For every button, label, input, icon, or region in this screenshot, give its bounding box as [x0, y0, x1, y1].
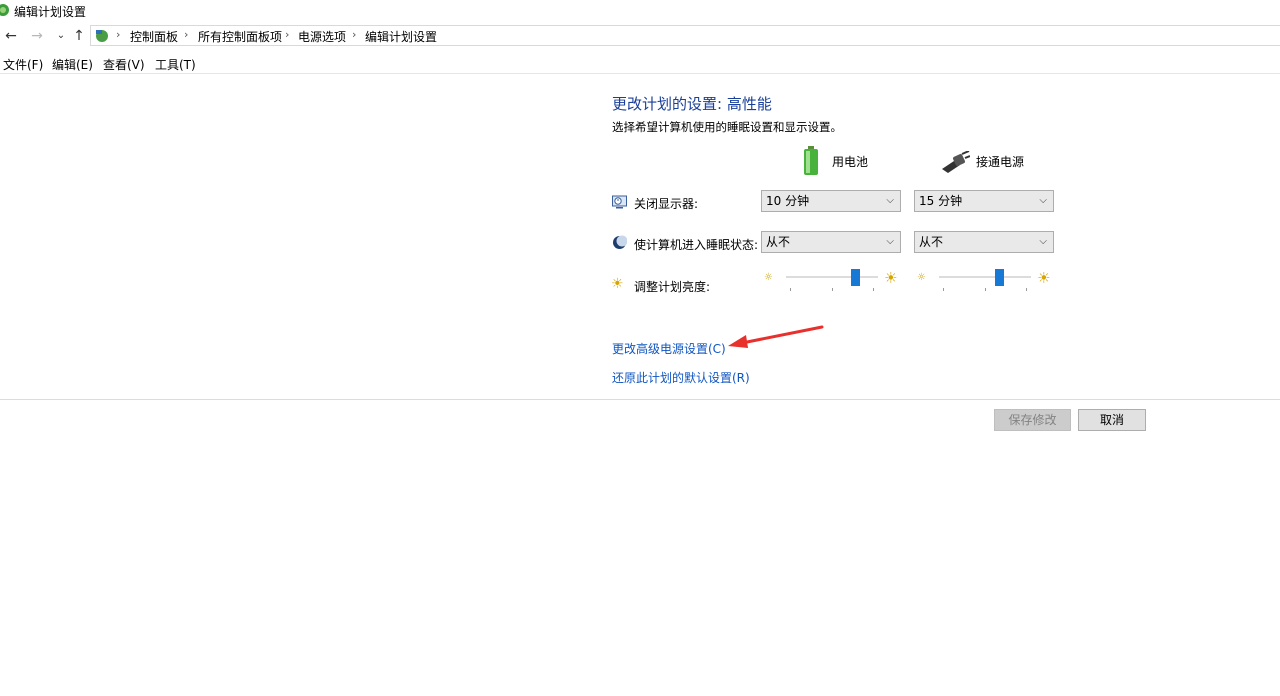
- sleep-label: 使计算机进入睡眠状态:: [634, 238, 759, 252]
- restore-defaults-link[interactable]: 还原此计划的默认设置(R): [612, 369, 750, 386]
- column-battery: 用电池: [832, 155, 869, 169]
- chevron-down-icon: ⌵: [886, 195, 894, 206]
- brightness-low-icon: ☼: [917, 272, 926, 283]
- breadcrumb-all-items[interactable]: 所有控制面板项: [198, 28, 282, 45]
- annotation-arrow-icon: [728, 325, 824, 348]
- breadcrumb-edit-plan[interactable]: 编辑计划设置: [365, 28, 437, 45]
- brightness-low-icon: ☼: [764, 272, 773, 283]
- control-panel-icon: [96, 30, 108, 42]
- sleep-moon-icon: [613, 235, 627, 249]
- slider-tick: [832, 288, 833, 291]
- title-bar: 编辑计划设置: [0, 0, 1280, 22]
- chevron-down-icon: ⌄: [56, 30, 66, 41]
- slider-thumb[interactable]: [995, 269, 1004, 286]
- sleep-plugged-select[interactable]: 从不 ⌵: [914, 231, 1054, 253]
- power-options-icon: [0, 4, 9, 16]
- advanced-power-settings-link[interactable]: 更改高级电源设置(C): [612, 340, 726, 357]
- arrow-left-icon: ←: [5, 28, 17, 44]
- divider: [0, 399, 1280, 400]
- sleep-plugged-value: 从不: [919, 235, 944, 249]
- menu-view[interactable]: 查看(V): [103, 56, 145, 73]
- display-plugged-value: 15 分钟: [919, 194, 963, 208]
- column-plugged-in: 接通电源: [976, 155, 1025, 169]
- menu-tools[interactable]: 工具(T): [155, 56, 196, 73]
- breadcrumb-separator-icon: ›: [352, 28, 357, 41]
- breadcrumb-separator-icon: ›: [184, 28, 189, 41]
- sleep-battery-value: 从不: [766, 235, 791, 249]
- brightness-battery-slider[interactable]: [786, 267, 878, 295]
- menu-edit[interactable]: 编辑(E): [52, 56, 93, 73]
- up-button[interactable]: ↑: [70, 26, 88, 46]
- chevron-down-icon: ⌵: [886, 236, 894, 247]
- breadcrumb-control-panel[interactable]: 控制面板: [130, 28, 178, 45]
- breadcrumb-separator-icon: ›: [285, 28, 290, 41]
- slider-tick: [943, 288, 944, 291]
- slider-thumb[interactable]: [851, 269, 860, 286]
- brightness-label: 调整计划亮度:: [634, 280, 711, 294]
- cancel-button[interactable]: 取消: [1078, 409, 1146, 431]
- back-button[interactable]: ←: [2, 26, 20, 46]
- display-plugged-select[interactable]: 15 分钟 ⌵: [914, 190, 1054, 212]
- brightness-icon: ☀: [611, 276, 624, 292]
- breadcrumb-power-options[interactable]: 电源选项: [298, 28, 346, 45]
- slider-tick: [873, 288, 874, 291]
- page-title: 更改计划的设置: 高性能: [612, 95, 772, 113]
- chevron-down-icon: ⌵: [1039, 236, 1047, 247]
- battery-icon: [804, 146, 818, 175]
- slider-tick: [1026, 288, 1027, 291]
- menu-file[interactable]: 文件(F): [3, 56, 43, 73]
- arrow-up-icon: ↑: [73, 28, 85, 44]
- slider-track: [939, 276, 1031, 278]
- breadcrumb-separator-icon: ›: [116, 28, 121, 41]
- arrow-right-icon: →: [31, 28, 43, 44]
- save-changes-button[interactable]: 保存修改: [994, 409, 1071, 431]
- brightness-high-icon: ☀: [1037, 269, 1051, 287]
- address-bar-row: ← → ⌄ ↑ › 控制面板 › 所有控制面板项 › 电源选项 › 编辑计划设置: [0, 24, 1280, 48]
- recent-locations-button[interactable]: ⌄: [52, 26, 70, 46]
- brightness-high-icon: ☀: [884, 269, 898, 287]
- slider-tick: [790, 288, 791, 291]
- page-subtitle: 选择希望计算机使用的睡眠设置和显示设置。: [612, 120, 842, 134]
- sleep-battery-select[interactable]: 从不 ⌵: [761, 231, 901, 253]
- brightness-plugged-slider[interactable]: [939, 267, 1031, 295]
- forward-button[interactable]: →: [28, 26, 46, 46]
- address-bar[interactable]: › 控制面板 › 所有控制面板项 › 电源选项 › 编辑计划设置: [90, 25, 1280, 46]
- chevron-down-icon: ⌵: [1039, 195, 1047, 206]
- slider-track: [786, 276, 878, 278]
- display-battery-select[interactable]: 10 分钟 ⌵: [761, 190, 901, 212]
- display-timer-icon: [612, 195, 627, 209]
- menu-bar: 文件(F) 编辑(E) 查看(V) 工具(T): [0, 53, 1280, 74]
- turn-off-display-label: 关闭显示器:: [634, 197, 699, 211]
- window-title: 编辑计划设置: [14, 5, 87, 19]
- display-battery-value: 10 分钟: [766, 194, 810, 208]
- slider-tick: [985, 288, 986, 291]
- power-plug-icon: [942, 151, 970, 173]
